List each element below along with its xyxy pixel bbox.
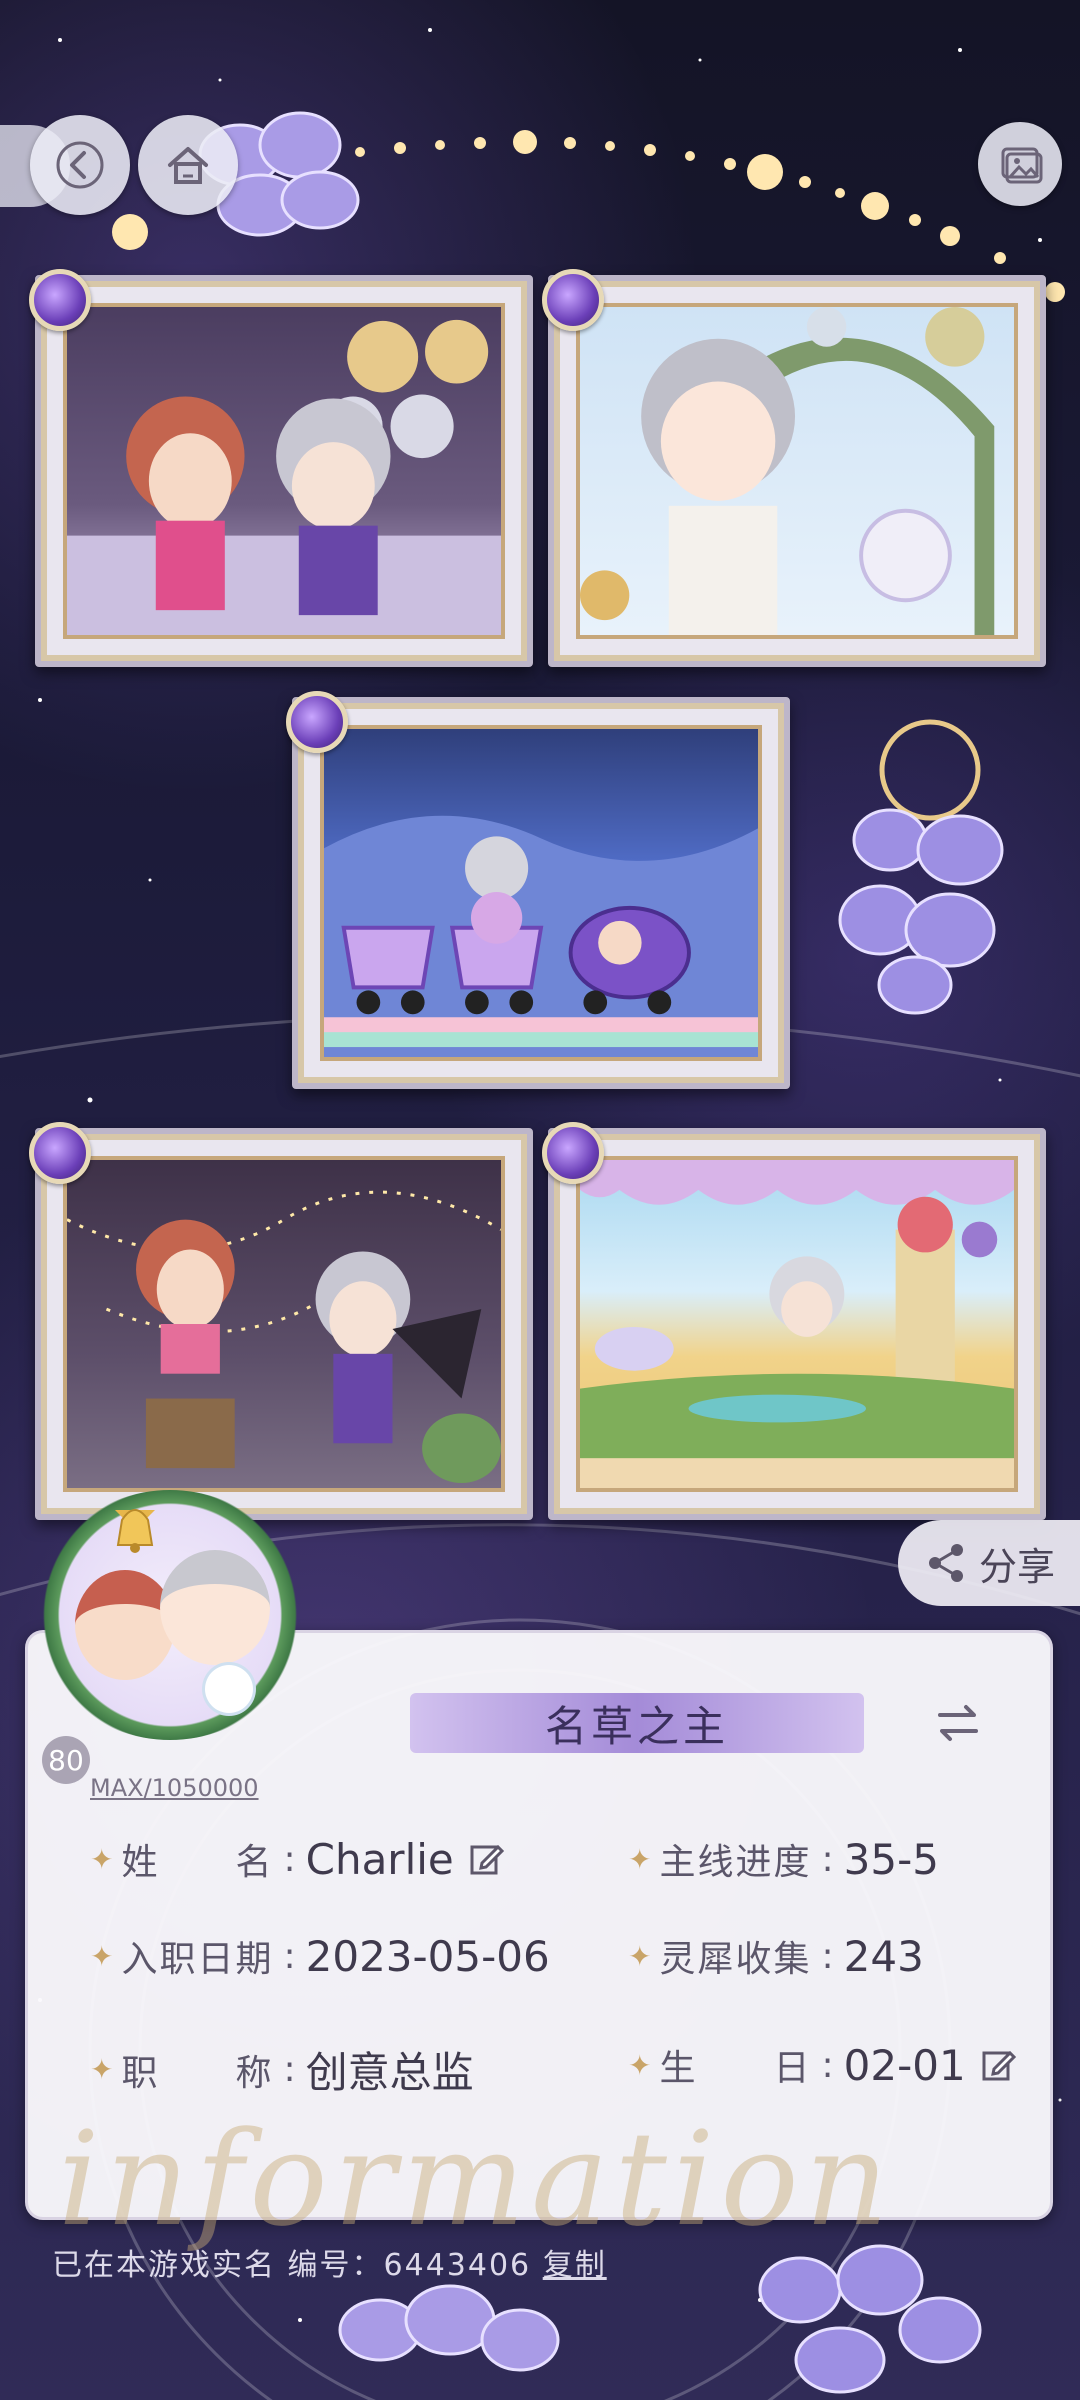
birthday-value: 02-01 (843, 2040, 966, 2090)
verification-footer: 已在本游戏实名 编号：6443406 复制 (52, 2240, 607, 2284)
home-icon (168, 147, 208, 184)
colon: : (821, 1838, 834, 1880)
birthday-row: ✦ 生 日 : 02-01 (628, 2039, 1016, 2091)
gem-badge-icon (542, 1122, 604, 1184)
copy-id-link[interactable]: 复制 (543, 2248, 607, 2283)
photo-frame-2[interactable] (542, 269, 1046, 667)
sparkle-icon: ✦ (90, 1939, 114, 1973)
photo-desert-scene (576, 1156, 1018, 1492)
gem-badge-icon (286, 691, 348, 753)
collection-label: 灵犀收集 (659, 1939, 812, 1980)
share-icon (928, 1544, 963, 1582)
sparkle-icon: ✦ (628, 2048, 652, 2082)
birthday-label: 生 日 (659, 2048, 812, 2089)
photo-frame-4[interactable] (29, 1122, 533, 1520)
story-progress-row: ✦ 主线进度 : 35-5 (628, 1833, 939, 1885)
snowman-icon (205, 1665, 253, 1713)
collection-row: ✦ 灵犀收集 : 243 (628, 1930, 924, 1982)
photo-frame-3[interactable] (286, 691, 790, 1089)
gem-badge-icon (29, 1122, 91, 1184)
edit-birthday-icon[interactable] (980, 2047, 1016, 2083)
avatar[interactable] (35, 1490, 305, 1740)
gallery-button[interactable] (978, 122, 1062, 206)
photo-tea-train-scene (320, 725, 762, 1061)
avatar-boy (160, 1550, 270, 1665)
sparkle-icon: ✦ (90, 2053, 114, 2086)
colon: : (283, 1838, 296, 1880)
sparkle-icon: ✦ (628, 1842, 652, 1876)
verification-text: 已在本游戏实名 编号：6443406 (52, 2248, 532, 2283)
colon: : (283, 1935, 296, 1977)
hydrangea-flower-decoration (838, 808, 1004, 1015)
sparkle-icon: ✦ (90, 1842, 114, 1876)
sparkle-icon: ✦ (628, 1939, 652, 1973)
title-badge[interactable]: 名草之主 (410, 1693, 864, 1753)
name-label: 姓 名 (121, 1842, 274, 1883)
image-gallery-icon (1001, 147, 1043, 184)
job-title-label: 职 称 (121, 2052, 274, 2094)
title-text: 名草之主 (544, 1701, 729, 1751)
bell-icon (115, 1509, 155, 1553)
photo-garden-scene (576, 303, 1018, 639)
job-title-value: 创意总监 (305, 2048, 474, 2097)
join-date-label: 入职日期 (121, 1939, 274, 1980)
colon: : (821, 2044, 834, 2086)
back-button[interactable] (30, 115, 130, 215)
gem-badge-icon (29, 269, 91, 331)
avatar-girl (75, 1570, 175, 1680)
story-progress-value: 35-5 (843, 1834, 939, 1884)
collection-value: 243 (843, 1931, 924, 1981)
photo-dj-scene (63, 303, 505, 639)
name-row: ✦ 姓 名 : Charlie (90, 1833, 504, 1885)
colon: : (821, 1935, 834, 1977)
edit-name-icon[interactable] (468, 1841, 504, 1877)
name-value: Charlie (305, 1834, 454, 1884)
photo-frame-1[interactable] (29, 269, 533, 667)
home-button[interactable] (138, 115, 238, 215)
affinity-max-text: MAX/1050000 (90, 1774, 259, 1802)
swap-arrows-icon[interactable] (936, 1701, 980, 1745)
level-badge: 80 (42, 1736, 90, 1784)
share-label: 分享 (978, 1544, 1055, 1589)
join-date-row: ✦ 入职日期 : 2023-05-06 (90, 1930, 550, 1982)
information-watermark: information (58, 2103, 895, 2255)
share-button[interactable]: 分享 (898, 1520, 1080, 1606)
photo-lights-scene (63, 1156, 505, 1492)
join-date-value: 2023-05-06 (305, 1931, 550, 1981)
colon: : (283, 2049, 296, 2090)
gem-badge-icon (542, 269, 604, 331)
job-title-row: ✦ 职 称 : 创意总监 (90, 2039, 474, 2100)
chevron-left-icon (56, 141, 104, 189)
story-progress-label: 主线进度 (659, 1842, 812, 1883)
photo-frame-5[interactable] (542, 1122, 1046, 1520)
